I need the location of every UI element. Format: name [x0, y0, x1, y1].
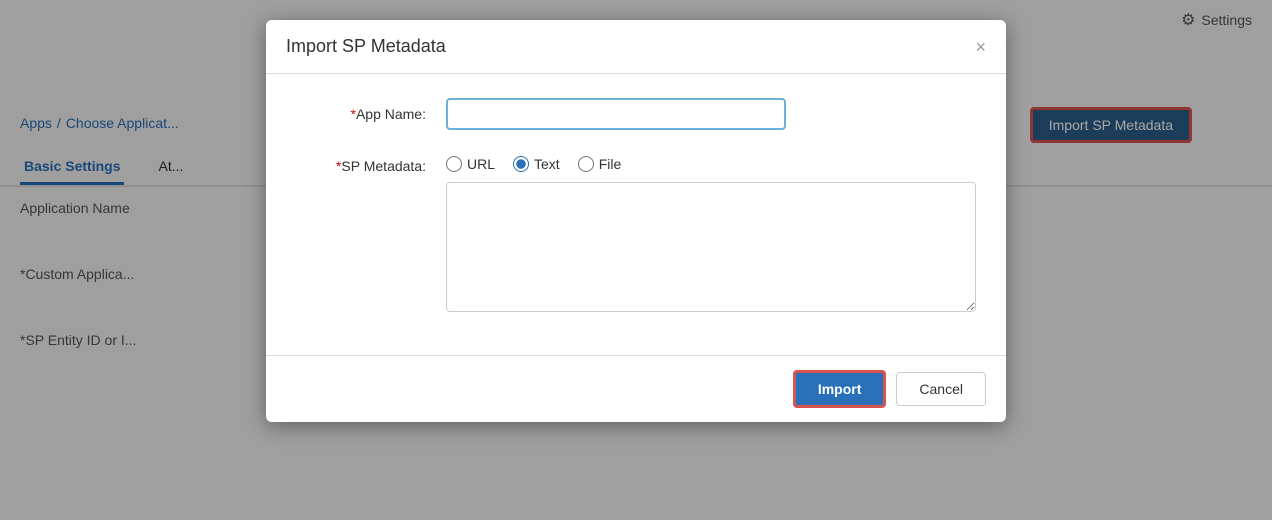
app-name-input[interactable] — [446, 98, 786, 130]
import-button[interactable]: Import — [793, 370, 887, 408]
radio-text[interactable]: Text — [513, 156, 560, 172]
app-name-label: *App Name: — [296, 98, 426, 122]
import-sp-metadata-modal: Import SP Metadata × *App Name: *SP Meta… — [266, 20, 1006, 422]
modal-body: *App Name: *SP Metadata: URL Text — [266, 74, 1006, 355]
modal-close-button[interactable]: × — [975, 38, 986, 56]
sp-metadata-row: *SP Metadata: URL Text File — [296, 150, 976, 315]
app-name-control — [446, 98, 976, 130]
required-star: * — [351, 106, 356, 122]
radio-url-input[interactable] — [446, 156, 462, 172]
sp-metadata-textarea[interactable] — [446, 182, 976, 312]
modal-header: Import SP Metadata × — [266, 20, 1006, 74]
radio-group: URL Text File — [446, 150, 976, 172]
cancel-button[interactable]: Cancel — [896, 372, 986, 406]
modal-footer: Import Cancel — [266, 355, 1006, 422]
radio-url-label: URL — [467, 156, 495, 172]
textarea-wrap — [446, 182, 976, 315]
radio-file[interactable]: File — [578, 156, 622, 172]
radio-file-label: File — [599, 156, 622, 172]
sp-metadata-label: *SP Metadata: — [296, 150, 426, 174]
app-name-row: *App Name: — [296, 98, 976, 130]
radio-file-input[interactable] — [578, 156, 594, 172]
sp-metadata-control: URL Text File — [446, 150, 976, 315]
required-star-2: * — [336, 158, 341, 174]
modal-title: Import SP Metadata — [286, 36, 446, 57]
radio-text-input[interactable] — [513, 156, 529, 172]
radio-url[interactable]: URL — [446, 156, 495, 172]
radio-text-label: Text — [534, 156, 560, 172]
